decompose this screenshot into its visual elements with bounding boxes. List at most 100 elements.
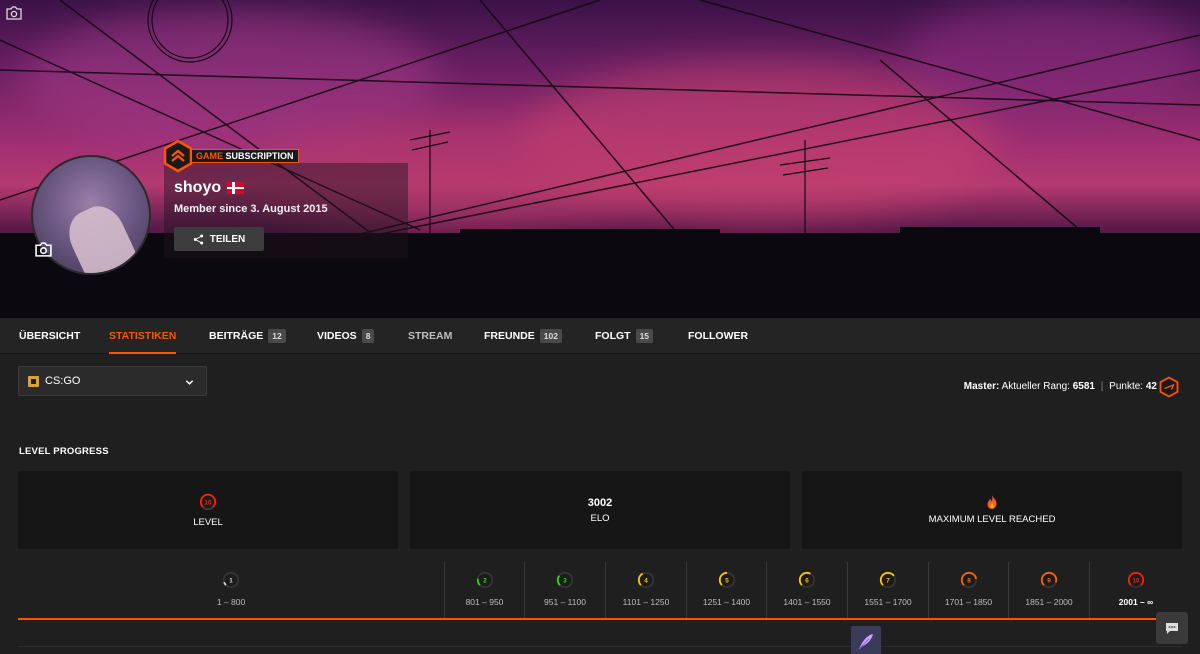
points-label: Punkte: [1109,381,1144,392]
level-range: 1101 – 1250 [622,597,670,607]
tab-label: FREUNDE [484,330,535,342]
tab-label: STATISTIKEN [109,330,177,342]
share-icon [193,234,203,244]
level-label: LEVEL [193,516,223,528]
level-segment: 9 1851 – 2000 [1008,562,1089,618]
tab-label: BEITRÄGE [209,330,264,342]
chat-button[interactable] [1156,612,1188,644]
profile-tabs: ÜBERSICHT STATISTIKEN BEITRÄGE 12 VIDEOS… [0,318,1200,354]
level-number: 2 [483,577,487,584]
level-segment: 10 2001 – ∞ [1089,562,1182,618]
chevron-down-icon [185,380,194,385]
level-range: 801 – 950 [465,597,504,607]
tab-statistics[interactable]: STATISTIKEN [109,318,177,354]
tab-label: STREAM [408,330,453,342]
level-10-icon: 10 [199,493,217,510]
level-1-icon: 1 [222,571,240,589]
tab-overview[interactable]: ÜBERSICHT [19,318,80,354]
tab-followers[interactable]: FOLLOWER [688,318,748,354]
master-rank-info: Master: Aktueller Rang: 6581 | Punkte: 4… [964,381,1157,392]
max-level-label: MAXIMUM LEVEL REACHED [928,514,1056,525]
level-segment: 7 1551 – 1700 [847,562,928,618]
level-range: 1401 – 1550 [783,597,831,607]
max-level-card: MAXIMUM LEVEL REACHED [802,471,1182,549]
game-select-value: CS:GO [45,375,81,387]
level-range: 1701 – 1850 [944,597,993,607]
points-value: 42 [1145,381,1157,392]
master-label: Master: [963,381,1000,392]
tab-count-badge: 102 [539,329,562,343]
level-number: 7 [886,577,890,584]
rank-label: Aktueller Rang: [1001,381,1070,392]
level-range: 2001 – ∞ [1118,597,1154,607]
tab-posts[interactable]: BEITRÄGE 12 [209,318,286,354]
level-icon-number: 10 [204,499,212,506]
chat-icon [1166,622,1178,634]
rank-value: 6581 [1072,381,1095,392]
member-since: Member since 3. August 2015 [174,203,328,215]
divider [18,646,1182,647]
tab-count-badge: 15 [635,329,654,343]
level-range: 1551 – 1700 [864,597,912,607]
level-number: 4 [644,577,648,584]
elo-card: 3002 ELO [410,471,790,549]
level-2-icon: 2 [476,571,493,589]
avatar[interactable] [31,155,151,275]
level-6-icon: 6 [798,571,816,589]
tab-friends[interactable]: FREUNDE 102 [484,318,562,354]
level-range: 951 – 1100 [544,597,586,607]
level-number: 5 [725,577,729,584]
level-9-icon: 9 [1040,571,1058,589]
elo-value: 3002 [587,496,613,509]
username: shoyo [174,179,222,196]
level-7-icon: 7 [879,571,897,589]
share-button[interactable]: TEILEN [174,227,264,251]
change-avatar-camera-icon[interactable] [35,242,52,257]
level-segment: 1 1 – 800 [18,562,444,618]
level-progress-bar [18,618,1182,620]
game-select-dropdown[interactable]: CS:GO [18,366,207,396]
tab-stream[interactable]: STREAM [408,318,452,354]
csgo-icon [28,375,39,387]
denmark-flag-icon [227,182,245,194]
game-subscription-badge[interactable]: GAME SUBSCRIPTION [161,139,299,173]
feather-glyph [858,634,873,650]
tab-count-badge: 8 [361,329,375,343]
master-separator: | [1100,381,1104,392]
subscription-type-text: SUBSCRIPTION [225,151,294,161]
tab-label: FOLLOWER [688,330,749,342]
tab-label: FOLGT [595,330,631,342]
level-progress-title: LEVEL PROGRESS [19,446,109,457]
change-banner-camera-icon[interactable] [6,6,22,20]
level-segment: 2 801 – 950 [444,562,524,618]
tab-count-badge: 12 [268,329,286,343]
level-4-icon: 4 [637,571,655,589]
level-segment: 8 1701 – 1850 [928,562,1008,618]
level-range: 1851 – 2000 [1025,597,1073,607]
level-segment: 3 951 – 1100 [524,562,605,618]
level-number: 1 [229,577,233,584]
subscription-game-text: GAME [196,151,223,161]
level-8-icon: 8 [960,571,977,589]
level-number: 10 [1132,577,1140,584]
tab-following[interactable]: FOLGT 15 [595,318,654,354]
elo-label: ELO [590,512,610,524]
tab-videos[interactable]: VIDEOS 8 [317,318,375,354]
avatar-hand-graphic [60,198,141,273]
level-card: 10 LEVEL [18,471,398,549]
tab-label: ÜBERSICHT [19,330,81,342]
level-segment: 4 1101 – 1250 [605,562,686,618]
tab-label: VIDEOS [317,330,357,342]
level-scale: 1 1 – 800 2 801 – 950 3 951 – 1100 4 1101 – 125… [18,562,1182,618]
level-number: 8 [967,577,971,584]
level-range: 1 – 800 [216,597,246,607]
level-number: 6 [805,577,809,584]
master-rank-icon [1159,376,1179,398]
level-10-icon: 10 [1127,571,1145,589]
level-number: 3 [563,577,567,584]
share-button-label: TEILEN [209,233,246,245]
level-segment: 6 1401 – 1550 [766,562,847,618]
subscription-hexagon-icon [163,139,193,173]
feather-icon[interactable] [851,626,881,654]
level-range: 1251 – 1400 [702,597,751,607]
